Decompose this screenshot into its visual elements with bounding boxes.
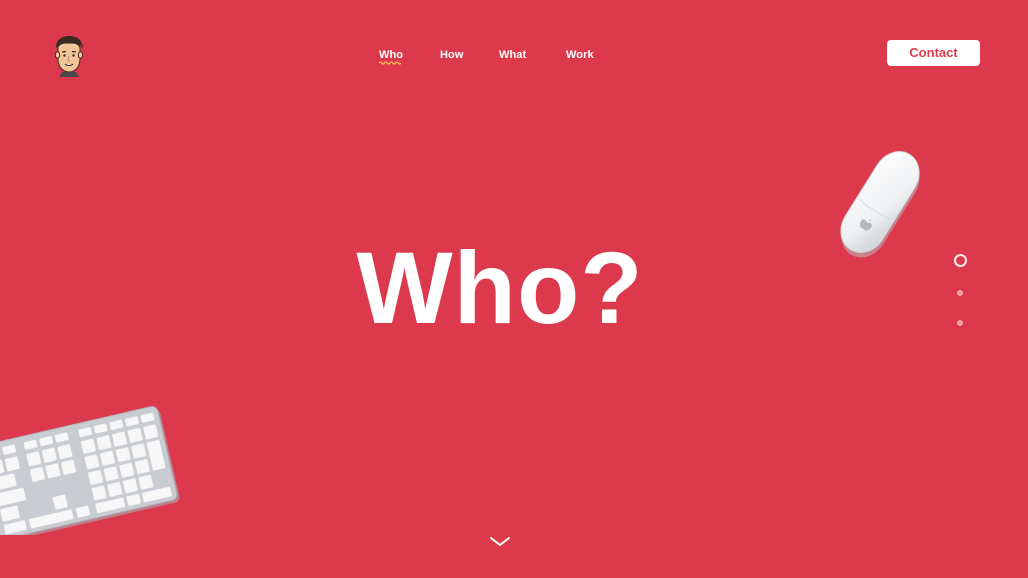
- nav-work[interactable]: Work: [566, 49, 594, 61]
- nav-what[interactable]: What: [499, 49, 526, 61]
- keyboard-illustration: [0, 406, 180, 535]
- page: Who How What Work Contact Who?: [0, 0, 1028, 578]
- chevron-down-icon[interactable]: [489, 536, 511, 548]
- avatar[interactable]: [50, 33, 88, 77]
- nav-what-label: What: [499, 49, 527, 61]
- nav-how[interactable]: How: [440, 49, 464, 61]
- nav-who[interactable]: Who: [379, 49, 404, 65]
- section-pager: [953, 253, 967, 333]
- nav-who-label: Who: [379, 49, 404, 61]
- contact-button[interactable]: Contact: [887, 40, 980, 66]
- pager-dot[interactable]: [957, 290, 963, 296]
- pager-dot-active[interactable]: [954, 254, 967, 267]
- pager-dot[interactable]: [957, 320, 963, 326]
- active-underline-icon: [379, 61, 401, 65]
- hero-title: Who?: [356, 231, 644, 345]
- nav-how-label: How: [440, 49, 464, 61]
- nav-work-label: Work: [566, 49, 594, 61]
